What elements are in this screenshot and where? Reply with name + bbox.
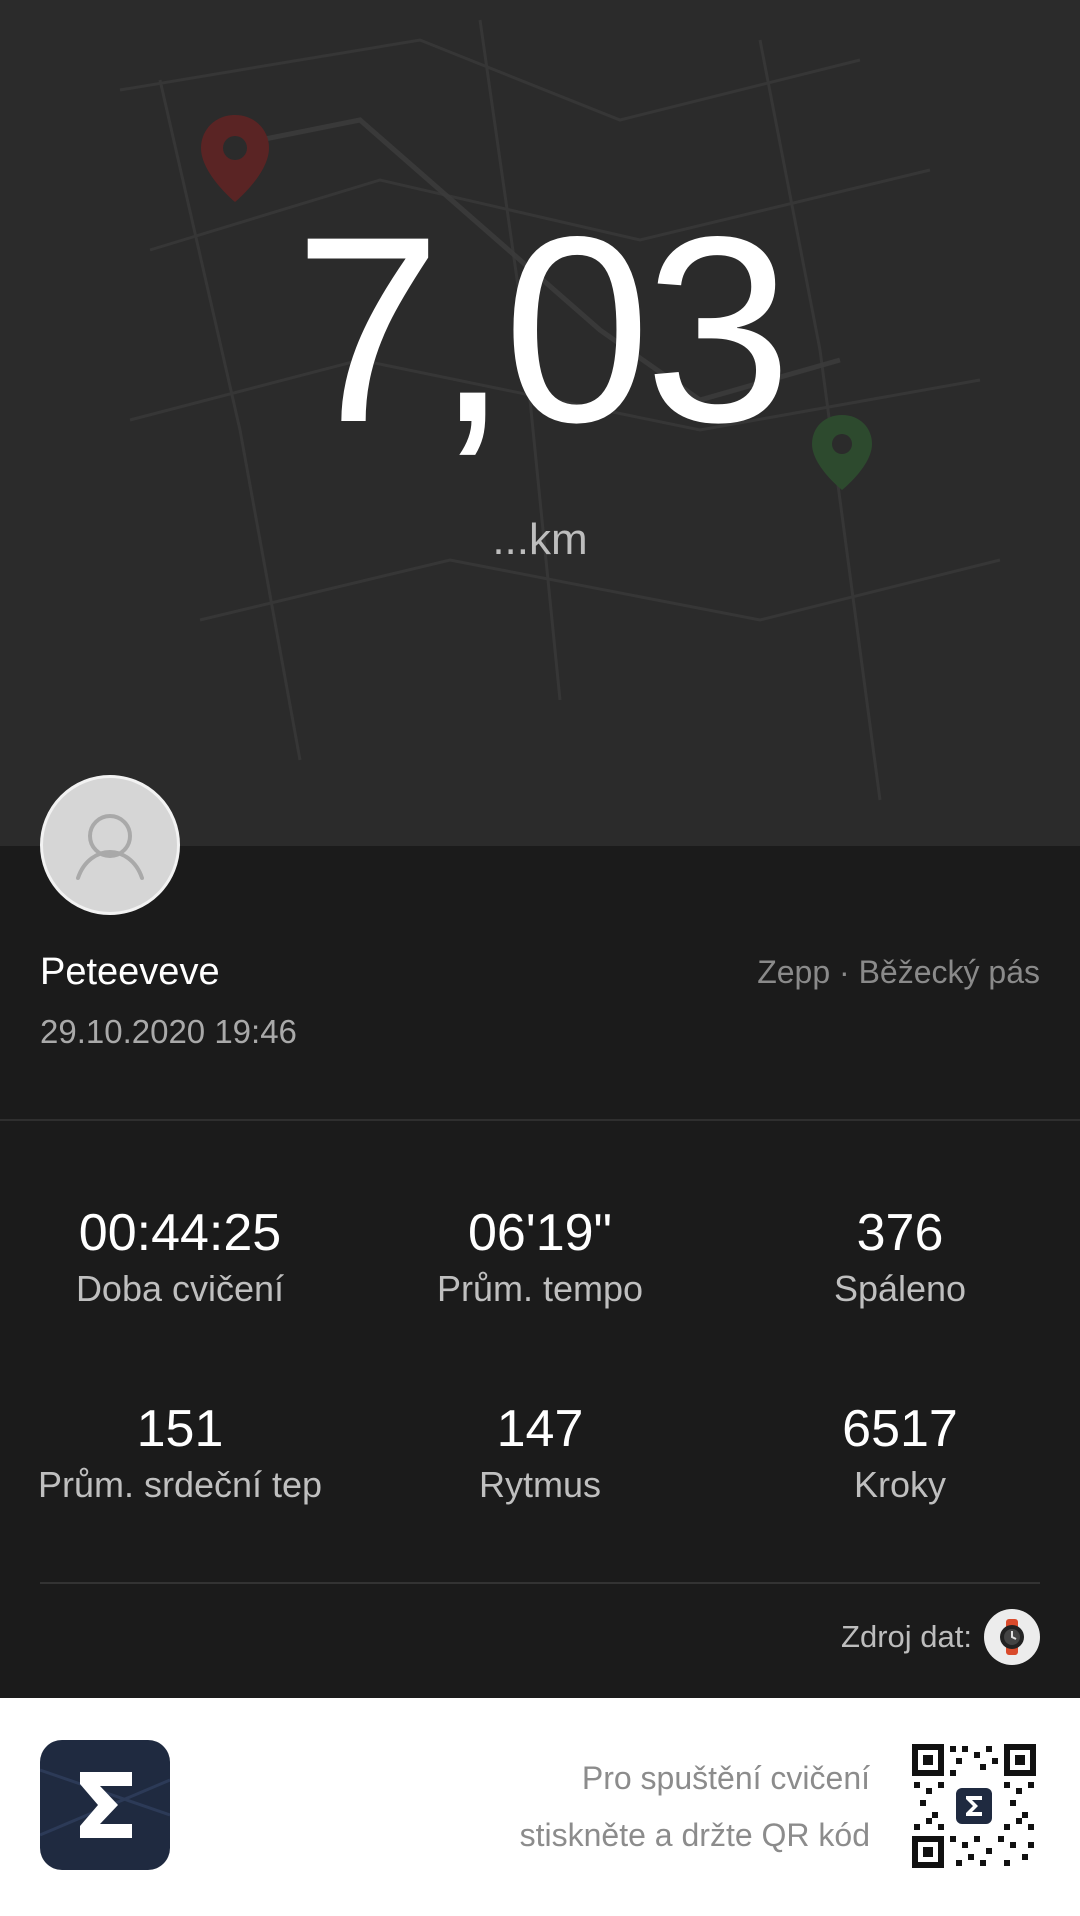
divider xyxy=(0,1119,1080,1121)
stat-label: Kroky xyxy=(853,1464,947,1505)
distance-unit: ...km xyxy=(492,515,588,564)
data-source-label: Zdroj dat: xyxy=(841,1619,972,1654)
qr-instruction-line1: Pro spuštění cvičení xyxy=(581,1760,870,1796)
workout-source: Zepp · Běžecký pás xyxy=(757,954,1040,990)
stat-label: Prům. srdeční tep xyxy=(37,1464,323,1505)
stat-duration: 00:44:25 Doba cvičení xyxy=(0,1202,360,1312)
route-map-header: 7,03 ...km xyxy=(0,0,1080,846)
divider xyxy=(40,1582,1040,1584)
qr-code-icon[interactable] xyxy=(910,1742,1038,1870)
stat-label: Doba cvičení xyxy=(75,1268,285,1309)
avatar[interactable] xyxy=(40,775,180,915)
start-pin-icon xyxy=(201,115,269,202)
stat-cadence: 147 Rytmus xyxy=(360,1398,720,1508)
username: Peteeveve xyxy=(40,951,220,993)
data-source[interactable]: Zdroj dat: xyxy=(841,1608,1040,1666)
user-icon xyxy=(76,814,144,880)
share-footer: Pro spuštění cvičení stiskněte a držte Q… xyxy=(0,1698,1080,1916)
stat-value: 147 xyxy=(496,1400,584,1458)
workout-datetime: 29.10.2020 19:46 xyxy=(40,1013,297,1050)
stat-value: 06'19" xyxy=(467,1204,613,1262)
zepp-sigma-icon xyxy=(40,1740,170,1870)
stat-avg-pace: 06'19" Prům. tempo xyxy=(360,1202,720,1312)
watch-icon[interactable] xyxy=(984,1609,1040,1665)
stat-label: Prům. tempo xyxy=(436,1268,644,1309)
stat-label: Spáleno xyxy=(833,1268,967,1309)
stat-label: Rytmus xyxy=(478,1464,601,1505)
distance-value: 7,03 xyxy=(294,182,792,478)
stat-value: 00:44:25 xyxy=(78,1204,282,1262)
stat-steps: 6517 Kroky xyxy=(720,1398,1080,1508)
stat-value: 376 xyxy=(856,1204,944,1262)
stat-value: 6517 xyxy=(842,1400,958,1458)
stat-avg-heart-rate: 151 Prům. srdeční tep xyxy=(0,1398,360,1508)
qr-instruction-line2: stiskněte a držte QR kód xyxy=(519,1817,870,1853)
stat-value: 151 xyxy=(136,1400,224,1458)
stat-calories: 376 Spáleno xyxy=(720,1202,1080,1312)
qr-instructions: Pro spuštění cvičení stiskněte a držte Q… xyxy=(520,1750,870,1864)
